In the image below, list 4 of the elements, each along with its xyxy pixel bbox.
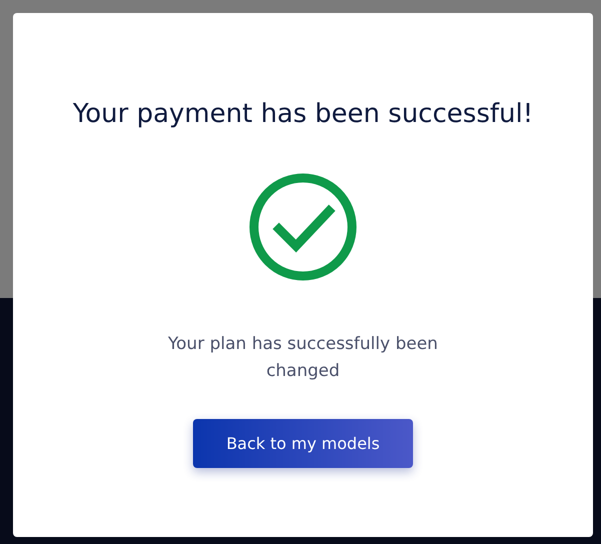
dialog-message: Your plan has successfully been changed	[167, 333, 439, 383]
back-button[interactable]: Back to my models	[193, 419, 413, 468]
dialog-title: Your payment has been successful!	[72, 99, 534, 129]
check-circle-icon	[249, 173, 357, 281]
